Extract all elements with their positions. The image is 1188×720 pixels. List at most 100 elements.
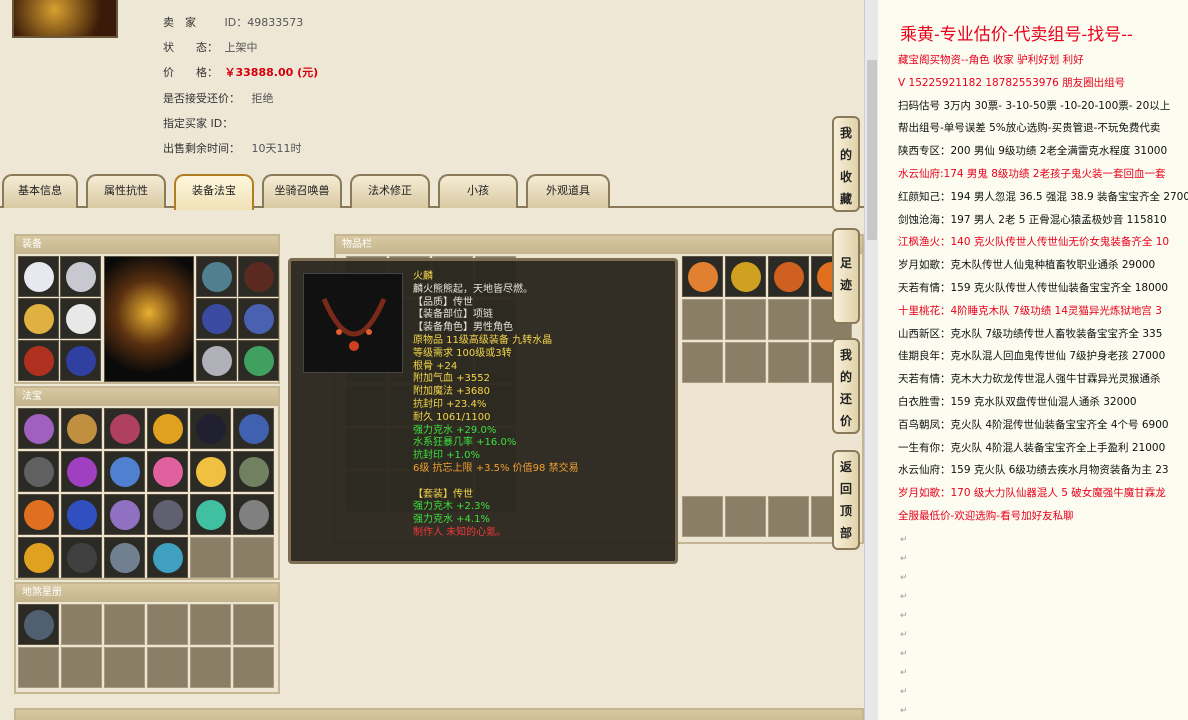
fabao-slot[interactable] <box>190 537 231 578</box>
item-icon <box>67 500 97 530</box>
character-model <box>104 256 194 382</box>
back-to-top-button[interactable]: 返回顶部 <box>832 450 860 550</box>
footprints-button[interactable]: 足迹 <box>832 228 860 324</box>
tooltip-text: 火麟 麟火熊熊起，天地皆尽燃。 【品质】传世 【装备部位】项链 【装备角色】男性角色… <box>413 271 579 540</box>
fabao-slot[interactable] <box>18 494 59 535</box>
bag-slot[interactable] <box>768 256 809 297</box>
equip-slot[interactable] <box>196 256 237 297</box>
item-icon <box>24 500 54 530</box>
fabao-slot[interactable] <box>233 408 274 449</box>
equip-slot[interactable] <box>238 256 279 297</box>
fabao-slot[interactable] <box>233 451 274 492</box>
tooltip-line <box>413 476 579 489</box>
tab-spell-mod[interactable]: 法术修正 <box>350 174 430 208</box>
fabao-slot[interactable] <box>104 408 145 449</box>
fabao-slot[interactable] <box>147 408 188 449</box>
bag-slot[interactable] <box>682 299 723 340</box>
item-icon <box>196 414 226 444</box>
tab-attribute-resist[interactable]: 属性抗性 <box>86 174 166 208</box>
star-slot[interactable] <box>61 604 102 645</box>
fabao-slot[interactable] <box>18 408 59 449</box>
trade-detail-page: 卖 家 ID：49833573 状 态： 上架中 价 格： ￥33888.00 … <box>0 0 864 720</box>
fabao-slot[interactable] <box>233 537 274 578</box>
doc-line: 藏宝阁买物资--角色 收家 驴利好划 利好 <box>898 54 1084 66</box>
equip-slot[interactable] <box>60 298 101 339</box>
remaining-time-row: 出售剩余时间： 10天11时 <box>163 140 302 156</box>
equip-slot[interactable] <box>196 340 237 381</box>
tab-basic-info[interactable]: 基本信息 <box>2 174 78 208</box>
tooltip-line: 【装备角色】男性角色 <box>413 322 513 334</box>
my-counter-offers-button[interactable]: 我的还价 <box>832 338 860 434</box>
fabao-slot[interactable] <box>147 494 188 535</box>
equip-slot[interactable] <box>18 256 59 297</box>
item-tooltip: 火麟 麟火熊熊起，天地皆尽燃。 【品质】传世 【装备部位】项链 【装备角色】男性角色… <box>288 258 678 564</box>
scrollbar-thumb[interactable] <box>867 60 877 240</box>
fabao-slot[interactable] <box>233 494 274 535</box>
star-slot[interactable] <box>104 647 145 688</box>
star-slot[interactable] <box>233 604 274 645</box>
item-name: 火麟 <box>413 271 433 282</box>
doc-line: 水云仙府:174 男鬼 8级功绩 2老孩子鬼火装一套回血一套 <box>898 168 1166 180</box>
tab-child[interactable]: 小孩 <box>438 174 518 208</box>
necklace-icon <box>202 262 232 292</box>
fabao-slot[interactable] <box>190 408 231 449</box>
bag-slot[interactable] <box>768 342 809 383</box>
doc-line: 佳期良年：克水队混人回血鬼传世仙 7级护身老孩 27000 <box>898 350 1166 363</box>
bag-slot[interactable] <box>682 342 723 383</box>
star-slot[interactable] <box>18 604 59 645</box>
detail-tabs: 基本信息 属性抗性 装备法宝 坐骑召唤兽 法术修正 小孩 外观道具 <box>0 174 864 210</box>
fabao-slot[interactable] <box>147 451 188 492</box>
star-slot[interactable] <box>18 647 59 688</box>
item-icon <box>688 262 718 292</box>
fabao-slot[interactable] <box>190 494 231 535</box>
fabao-slot[interactable] <box>18 451 59 492</box>
price-label: 价 格： <box>163 66 218 79</box>
fabao-slot[interactable] <box>104 451 145 492</box>
fabao-slot[interactable] <box>147 537 188 578</box>
star-slot[interactable] <box>147 647 188 688</box>
fabao-slot[interactable] <box>104 494 145 535</box>
star-slot[interactable] <box>190 604 231 645</box>
star-slot[interactable] <box>233 647 274 688</box>
equip-slot[interactable] <box>238 340 279 381</box>
price-value: ￥33888.00 (元) <box>224 66 319 79</box>
fabao-slot[interactable] <box>61 451 102 492</box>
helmet-icon <box>66 262 96 292</box>
bag-slot[interactable] <box>725 256 766 297</box>
bag-slot[interactable] <box>725 299 766 340</box>
fabao-slot[interactable] <box>61 537 102 578</box>
doc-line: 江枫渔火：140 克火队传世人传世仙无价女鬼装备齐全 10 <box>898 236 1170 249</box>
bag-slot[interactable] <box>725 342 766 383</box>
bag-slot[interactable] <box>768 496 809 537</box>
page-scrollbar[interactable] <box>864 0 878 720</box>
back-to-top-label: 返回顶部 <box>839 460 852 540</box>
equip-slot[interactable] <box>60 340 101 381</box>
star-slot[interactable] <box>104 604 145 645</box>
star-slot[interactable] <box>147 604 188 645</box>
doc-line: 白衣胜雪：159 克水队双盘传世仙混人通杀 32000 <box>898 396 1137 408</box>
fabao-slot[interactable] <box>61 408 102 449</box>
tab-mount-pet[interactable]: 坐骑召唤兽 <box>262 174 342 208</box>
equip-slot[interactable] <box>18 298 59 339</box>
star-slot[interactable] <box>190 647 231 688</box>
item-icon <box>110 457 140 487</box>
equip-slot[interactable] <box>60 256 101 297</box>
equip-slot[interactable] <box>196 298 237 339</box>
tab-equipment-fabao[interactable]: 装备法宝 <box>174 174 254 210</box>
paragraph-mark-icon: ↵ <box>900 611 908 621</box>
bag-slot[interactable] <box>682 256 723 297</box>
tab-appearance[interactable]: 外观道具 <box>526 174 610 208</box>
fabao-slot[interactable] <box>61 494 102 535</box>
fabao-slot[interactable] <box>190 451 231 492</box>
bag-slot[interactable] <box>725 496 766 537</box>
star-slot[interactable] <box>61 647 102 688</box>
item-icon <box>67 414 97 444</box>
bag-slot[interactable] <box>682 496 723 537</box>
equip-slot[interactable] <box>18 340 59 381</box>
belt-icon <box>244 262 274 292</box>
my-favorites-button[interactable]: 我的收藏 <box>832 116 860 212</box>
fabao-slot[interactable] <box>104 537 145 578</box>
equip-slot[interactable] <box>238 298 279 339</box>
fabao-slot[interactable] <box>18 537 59 578</box>
bag-slot[interactable] <box>768 299 809 340</box>
